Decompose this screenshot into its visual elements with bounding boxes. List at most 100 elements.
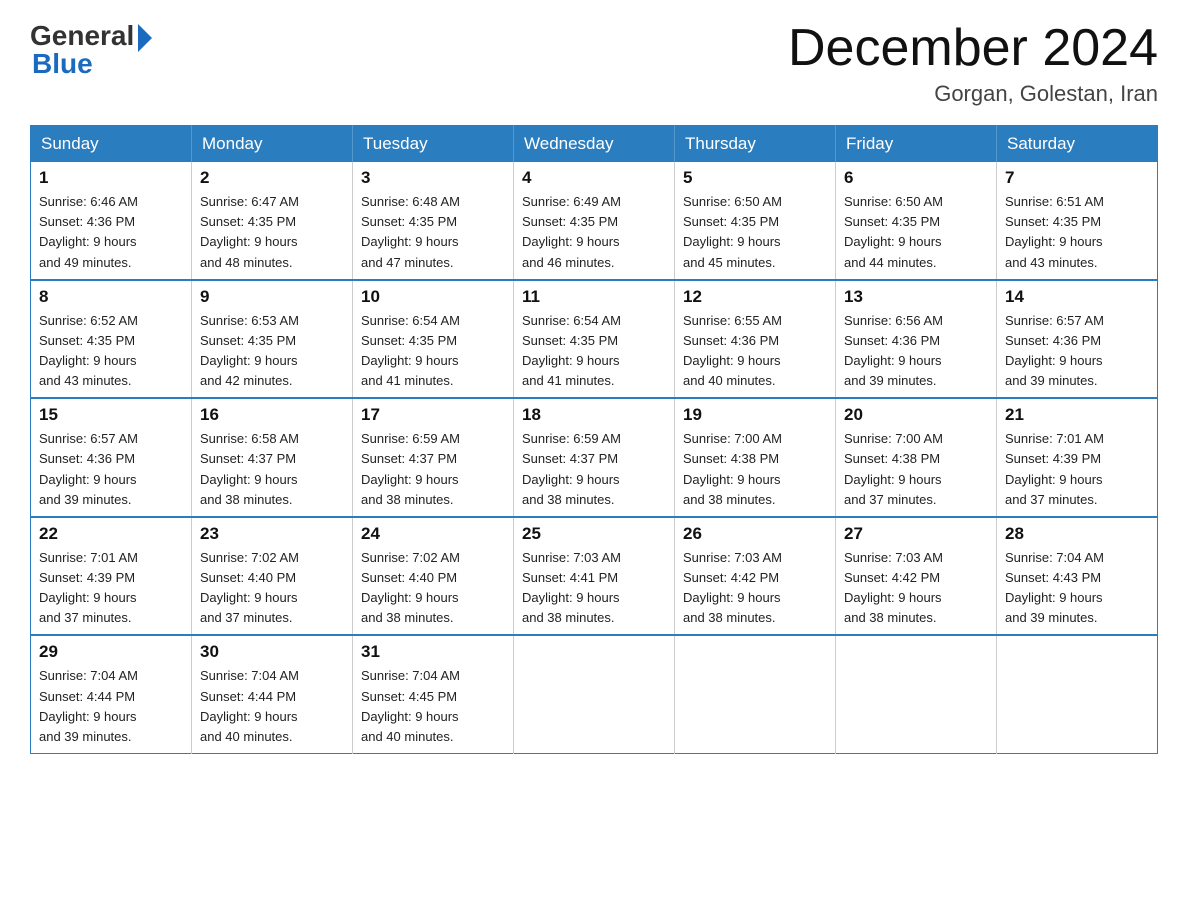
calendar-cell: 15 Sunrise: 6:57 AMSunset: 4:36 PMDayligh… bbox=[31, 398, 192, 517]
logo: General Blue bbox=[30, 20, 152, 80]
logo-arrow-icon bbox=[138, 24, 152, 52]
day-info: Sunrise: 7:03 AMSunset: 4:42 PMDaylight:… bbox=[683, 548, 827, 629]
day-info: Sunrise: 6:47 AMSunset: 4:35 PMDaylight:… bbox=[200, 192, 344, 273]
day-number: 22 bbox=[39, 524, 183, 544]
day-number: 28 bbox=[1005, 524, 1149, 544]
day-info: Sunrise: 7:04 AMSunset: 4:45 PMDaylight:… bbox=[361, 666, 505, 747]
day-number: 7 bbox=[1005, 168, 1149, 188]
calendar-cell: 14Sunrise: 6:57 AMSunset: 4:36 PMDayligh… bbox=[997, 280, 1158, 399]
day-number: 10 bbox=[361, 287, 505, 307]
calendar-cell: 11 Sunrise: 6:54 AMSunset: 4:35 PMDayligh… bbox=[514, 280, 675, 399]
calendar-cell: 28 Sunrise: 7:04 AMSunset: 4:43 PMDayligh… bbox=[997, 517, 1158, 636]
calendar-cell: 29 Sunrise: 7:04 AMSunset: 4:44 PMDayligh… bbox=[31, 635, 192, 753]
calendar-cell: 22 Sunrise: 7:01 AMSunset: 4:39 PMDayligh… bbox=[31, 517, 192, 636]
day-number: 9 bbox=[200, 287, 344, 307]
day-number: 3 bbox=[361, 168, 505, 188]
calendar-table: SundayMondayTuesdayWednesdayThursdayFrid… bbox=[30, 125, 1158, 754]
location-label: Gorgan, Golestan, Iran bbox=[788, 81, 1158, 107]
day-info: Sunrise: 7:03 AMSunset: 4:41 PMDaylight:… bbox=[522, 548, 666, 629]
calendar-cell: 4 Sunrise: 6:49 AMSunset: 4:35 PMDaylight… bbox=[514, 162, 675, 280]
calendar-week-row: 15 Sunrise: 6:57 AMSunset: 4:36 PMDayligh… bbox=[31, 398, 1158, 517]
day-info: Sunrise: 6:57 AMSunset: 4:36 PMDaylight:… bbox=[1005, 311, 1149, 392]
logo-blue-text: Blue bbox=[32, 48, 93, 80]
day-number: 16 bbox=[200, 405, 344, 425]
day-info: Sunrise: 6:49 AMSunset: 4:35 PMDaylight:… bbox=[522, 192, 666, 273]
day-number: 4 bbox=[522, 168, 666, 188]
day-number: 20 bbox=[844, 405, 988, 425]
calendar-cell: 5Sunrise: 6:50 AMSunset: 4:35 PMDaylight… bbox=[675, 162, 836, 280]
day-info: Sunrise: 7:01 AMSunset: 4:39 PMDaylight:… bbox=[1005, 429, 1149, 510]
day-info: Sunrise: 7:02 AMSunset: 4:40 PMDaylight:… bbox=[361, 548, 505, 629]
day-of-week-header: Sunday bbox=[31, 126, 192, 163]
day-number: 17 bbox=[361, 405, 505, 425]
day-info: Sunrise: 7:04 AMSunset: 4:44 PMDaylight:… bbox=[200, 666, 344, 747]
day-info: Sunrise: 6:57 AMSunset: 4:36 PMDaylight:… bbox=[39, 429, 183, 510]
calendar-cell: 25 Sunrise: 7:03 AMSunset: 4:41 PMDayligh… bbox=[514, 517, 675, 636]
calendar-week-row: 8Sunrise: 6:52 AMSunset: 4:35 PMDaylight… bbox=[31, 280, 1158, 399]
calendar-cell: 19Sunrise: 7:00 AMSunset: 4:38 PMDayligh… bbox=[675, 398, 836, 517]
calendar-header-row: SundayMondayTuesdayWednesdayThursdayFrid… bbox=[31, 126, 1158, 163]
day-info: Sunrise: 7:03 AMSunset: 4:42 PMDaylight:… bbox=[844, 548, 988, 629]
day-of-week-header: Saturday bbox=[997, 126, 1158, 163]
calendar-cell: 18 Sunrise: 6:59 AMSunset: 4:37 PMDayligh… bbox=[514, 398, 675, 517]
calendar-cell: 31 Sunrise: 7:04 AMSunset: 4:45 PMDayligh… bbox=[353, 635, 514, 753]
page-header: General Blue December 2024 Gorgan, Goles… bbox=[30, 20, 1158, 107]
day-info: Sunrise: 7:01 AMSunset: 4:39 PMDaylight:… bbox=[39, 548, 183, 629]
calendar-week-row: 29 Sunrise: 7:04 AMSunset: 4:44 PMDayligh… bbox=[31, 635, 1158, 753]
calendar-cell: 20 Sunrise: 7:00 AMSunset: 4:38 PMDayligh… bbox=[836, 398, 997, 517]
day-of-week-header: Friday bbox=[836, 126, 997, 163]
day-number: 30 bbox=[200, 642, 344, 662]
calendar-cell: 3 Sunrise: 6:48 AMSunset: 4:35 PMDaylight… bbox=[353, 162, 514, 280]
calendar-cell: 6Sunrise: 6:50 AMSunset: 4:35 PMDaylight… bbox=[836, 162, 997, 280]
day-info: Sunrise: 6:52 AMSunset: 4:35 PMDaylight:… bbox=[39, 311, 183, 392]
day-info: Sunrise: 6:53 AMSunset: 4:35 PMDaylight:… bbox=[200, 311, 344, 392]
day-info: Sunrise: 7:04 AMSunset: 4:44 PMDaylight:… bbox=[39, 666, 183, 747]
calendar-cell: 17 Sunrise: 6:59 AMSunset: 4:37 PMDayligh… bbox=[353, 398, 514, 517]
calendar-cell: 27Sunrise: 7:03 AMSunset: 4:42 PMDayligh… bbox=[836, 517, 997, 636]
day-info: Sunrise: 6:46 AMSunset: 4:36 PMDaylight:… bbox=[39, 192, 183, 273]
calendar-cell: 1 Sunrise: 6:46 AMSunset: 4:36 PMDaylight… bbox=[31, 162, 192, 280]
day-info: Sunrise: 7:04 AMSunset: 4:43 PMDaylight:… bbox=[1005, 548, 1149, 629]
day-number: 25 bbox=[522, 524, 666, 544]
calendar-cell: 23Sunrise: 7:02 AMSunset: 4:40 PMDayligh… bbox=[192, 517, 353, 636]
day-info: Sunrise: 6:59 AMSunset: 4:37 PMDaylight:… bbox=[522, 429, 666, 510]
day-info: Sunrise: 6:51 AMSunset: 4:35 PMDaylight:… bbox=[1005, 192, 1149, 273]
calendar-cell: 7 Sunrise: 6:51 AMSunset: 4:35 PMDaylight… bbox=[997, 162, 1158, 280]
calendar-cell: 8Sunrise: 6:52 AMSunset: 4:35 PMDaylight… bbox=[31, 280, 192, 399]
day-info: Sunrise: 6:48 AMSunset: 4:35 PMDaylight:… bbox=[361, 192, 505, 273]
day-number: 15 bbox=[39, 405, 183, 425]
day-number: 12 bbox=[683, 287, 827, 307]
day-info: Sunrise: 6:54 AMSunset: 4:35 PMDaylight:… bbox=[361, 311, 505, 392]
calendar-cell: 24Sunrise: 7:02 AMSunset: 4:40 PMDayligh… bbox=[353, 517, 514, 636]
day-number: 1 bbox=[39, 168, 183, 188]
day-info: Sunrise: 6:54 AMSunset: 4:35 PMDaylight:… bbox=[522, 311, 666, 392]
calendar-cell bbox=[997, 635, 1158, 753]
calendar-week-row: 1 Sunrise: 6:46 AMSunset: 4:36 PMDaylight… bbox=[31, 162, 1158, 280]
day-number: 23 bbox=[200, 524, 344, 544]
day-info: Sunrise: 7:00 AMSunset: 4:38 PMDaylight:… bbox=[844, 429, 988, 510]
calendar-cell: 10 Sunrise: 6:54 AMSunset: 4:35 PMDayligh… bbox=[353, 280, 514, 399]
calendar-cell: 2 Sunrise: 6:47 AMSunset: 4:35 PMDaylight… bbox=[192, 162, 353, 280]
day-number: 21 bbox=[1005, 405, 1149, 425]
calendar-cell bbox=[675, 635, 836, 753]
day-number: 26 bbox=[683, 524, 827, 544]
day-info: Sunrise: 6:55 AMSunset: 4:36 PMDaylight:… bbox=[683, 311, 827, 392]
day-number: 31 bbox=[361, 642, 505, 662]
day-number: 13 bbox=[844, 287, 988, 307]
day-of-week-header: Thursday bbox=[675, 126, 836, 163]
day-of-week-header: Wednesday bbox=[514, 126, 675, 163]
day-number: 18 bbox=[522, 405, 666, 425]
day-of-week-header: Monday bbox=[192, 126, 353, 163]
day-number: 2 bbox=[200, 168, 344, 188]
day-info: Sunrise: 6:50 AMSunset: 4:35 PMDaylight:… bbox=[844, 192, 988, 273]
day-of-week-header: Tuesday bbox=[353, 126, 514, 163]
calendar-cell: 26 Sunrise: 7:03 AMSunset: 4:42 PMDayligh… bbox=[675, 517, 836, 636]
calendar-cell: 13Sunrise: 6:56 AMSunset: 4:36 PMDayligh… bbox=[836, 280, 997, 399]
calendar-cell bbox=[836, 635, 997, 753]
calendar-cell: 30 Sunrise: 7:04 AMSunset: 4:44 PMDayligh… bbox=[192, 635, 353, 753]
day-number: 29 bbox=[39, 642, 183, 662]
day-info: Sunrise: 7:00 AMSunset: 4:38 PMDaylight:… bbox=[683, 429, 827, 510]
day-info: Sunrise: 6:59 AMSunset: 4:37 PMDaylight:… bbox=[361, 429, 505, 510]
day-info: Sunrise: 6:50 AMSunset: 4:35 PMDaylight:… bbox=[683, 192, 827, 273]
day-number: 11 bbox=[522, 287, 666, 307]
